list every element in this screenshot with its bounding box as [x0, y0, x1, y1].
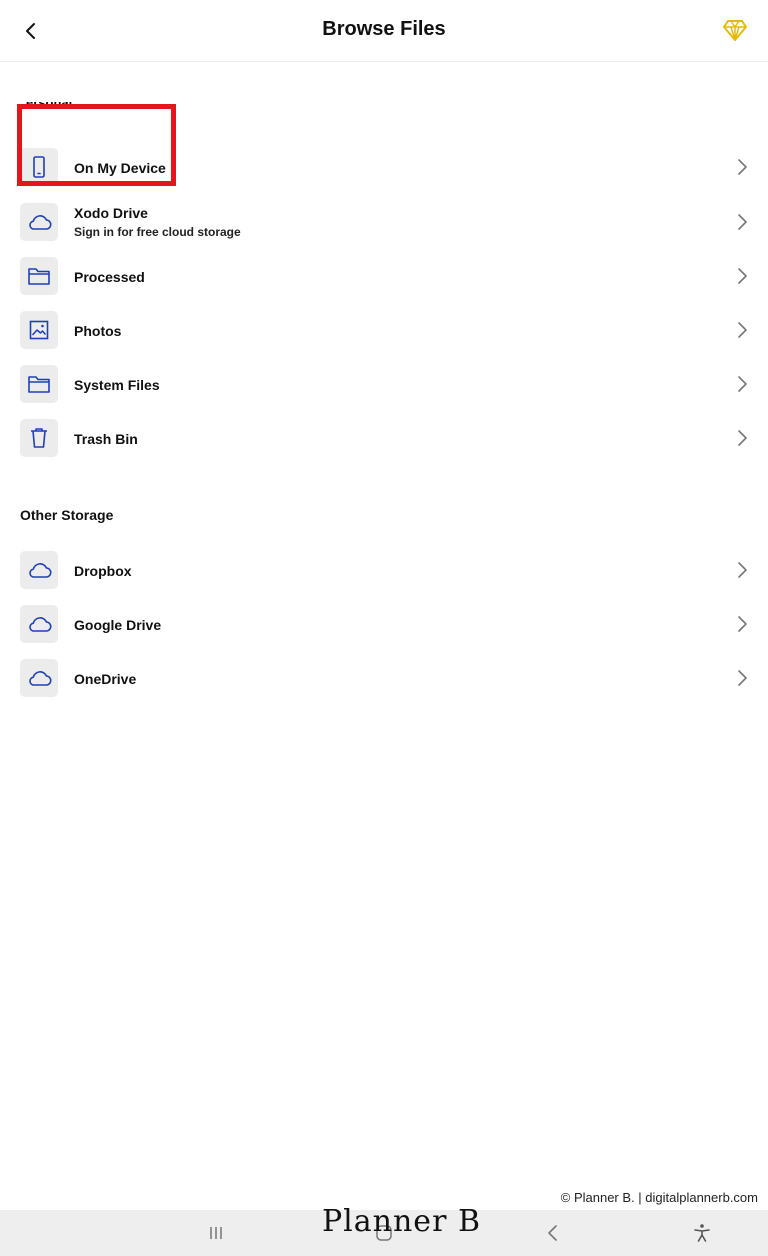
storage-item-xodo-drive[interactable]: Xodo Drive Sign in for free cloud storag… — [0, 195, 768, 249]
folder-icon — [28, 268, 50, 285]
icon-container — [20, 257, 58, 295]
storage-item-label: Xodo Drive — [74, 205, 148, 221]
icon-container — [20, 203, 58, 241]
diamond-icon[interactable] — [722, 17, 748, 43]
chevron-right-icon — [734, 561, 750, 579]
phone-icon — [33, 156, 45, 178]
cloud-icon — [29, 215, 52, 230]
folder-icon — [28, 376, 50, 393]
icon-container — [20, 148, 58, 186]
storage-item-label: Photos — [74, 323, 122, 339]
storage-item-label: Processed — [74, 269, 145, 285]
section-heading-other-storage: Other Storage — [20, 507, 114, 523]
page-title: Browse Files — [322, 18, 446, 40]
chevron-right-icon — [734, 267, 750, 285]
storage-item-google-drive[interactable]: Google Drive — [0, 597, 768, 651]
storage-item-dropbox[interactable]: Dropbox — [0, 543, 768, 597]
chevron-right-icon — [734, 321, 750, 339]
accessibility-icon[interactable] — [689, 1220, 715, 1246]
image-icon — [29, 320, 49, 340]
nav-back-icon[interactable] — [540, 1220, 566, 1246]
recent-apps-icon[interactable] — [203, 1220, 229, 1246]
chevron-right-icon — [734, 375, 750, 393]
storage-item-onedrive[interactable]: OneDrive — [0, 651, 768, 705]
cloud-icon — [29, 617, 52, 632]
storage-item-label: On My Device — [74, 160, 166, 176]
storage-item-label: System Files — [74, 377, 160, 393]
storage-item-label: OneDrive — [74, 671, 137, 687]
cloud-icon — [29, 671, 52, 686]
storage-item-photos[interactable]: Photos — [0, 303, 768, 357]
icon-container — [20, 419, 58, 457]
icon-container — [20, 311, 58, 349]
storage-item-sublabel: Sign in for free cloud storage — [74, 225, 241, 239]
storage-item-system-files[interactable]: System Files — [0, 357, 768, 411]
trash-icon — [31, 428, 47, 448]
chevron-right-icon — [734, 669, 750, 687]
storage-item-label: Dropbox — [74, 563, 132, 579]
copyright-watermark: © Planner B. | digitalplannerb.com — [560, 1190, 758, 1205]
chevron-right-icon — [734, 158, 750, 176]
icon-container — [20, 659, 58, 697]
chevron-right-icon — [734, 429, 750, 447]
cloud-icon — [29, 563, 52, 578]
icon-container — [20, 365, 58, 403]
brand-logo: Planner B — [322, 1204, 481, 1239]
section-heading-personal: ersonal — [26, 102, 73, 110]
storage-item-on-my-device[interactable]: On My Device — [0, 140, 768, 194]
icon-container — [20, 551, 58, 589]
storage-item-processed[interactable]: Processed — [0, 249, 768, 303]
app-header: Browse Files — [0, 0, 768, 62]
chevron-right-icon — [734, 615, 750, 633]
icon-container — [20, 605, 58, 643]
chevron-right-icon — [734, 213, 750, 231]
storage-item-label: Google Drive — [74, 617, 162, 633]
storage-item-label: Trash Bin — [74, 431, 138, 447]
storage-item-trash-bin[interactable]: Trash Bin — [0, 411, 768, 465]
